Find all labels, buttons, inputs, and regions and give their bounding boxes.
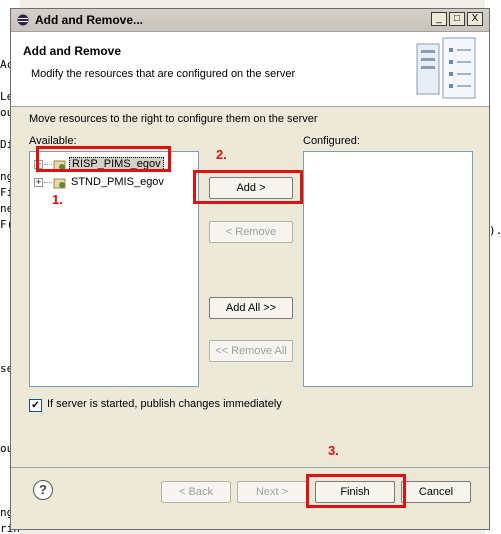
footer-separator (11, 467, 489, 468)
annotation-box-3 (306, 474, 406, 508)
header-description: Modify the resources that are configured… (31, 68, 296, 80)
help-icon[interactable]: ? (33, 480, 53, 500)
header-title: Add and Remove (23, 44, 122, 58)
tree-item-stnd-pmis-egov[interactable]: + STND_PMIS_egov (30, 174, 166, 190)
title-bar[interactable]: Add and Remove... _ □ X (11, 9, 489, 32)
tree-connector (44, 181, 52, 183)
add-all-button[interactable]: Add All >> (209, 297, 293, 319)
remove-button[interactable]: < Remove (209, 221, 293, 243)
remove-all-button[interactable]: << Remove All (209, 340, 293, 362)
close-button[interactable]: X (467, 12, 483, 26)
expand-icon[interactable]: + (34, 177, 43, 187)
back-button[interactable]: < Back (161, 481, 231, 503)
annotation-number-1: 1. (52, 192, 63, 207)
server-graphic-icon (416, 37, 476, 99)
publish-immediately-checkbox[interactable]: ✔ (29, 399, 42, 412)
minimize-button[interactable]: _ (431, 12, 447, 26)
cancel-button[interactable]: Cancel (401, 481, 471, 503)
publish-immediately-label: If server is started, publish changes im… (47, 398, 282, 410)
annotation-number-3: 3. (328, 443, 339, 458)
dialog-header: Add and Remove Modify the resources that… (11, 32, 489, 107)
window-title: Add and Remove... (35, 13, 144, 27)
tree-item-label: STND_PMIS_egov (71, 176, 164, 188)
instruction-text: Move resources to the right to configure… (29, 113, 318, 125)
background-editor-glyph: ). (489, 224, 501, 237)
next-button[interactable]: Next > (237, 481, 307, 503)
annotation-number-2: 2. (216, 147, 227, 162)
annotation-box-2 (193, 170, 303, 204)
eclipse-icon (17, 14, 29, 26)
available-list[interactable]: + RISP_PIMS_egov + STND_PMIS_egov (29, 151, 199, 387)
configured-label: Configured: (303, 135, 360, 147)
add-remove-dialog: Add and Remove... _ □ X Add and Remove M… (10, 8, 490, 530)
annotation-box-1 (36, 146, 171, 172)
maximize-button[interactable]: □ (449, 12, 465, 26)
web-project-icon (53, 178, 66, 188)
configured-list[interactable] (303, 151, 473, 387)
